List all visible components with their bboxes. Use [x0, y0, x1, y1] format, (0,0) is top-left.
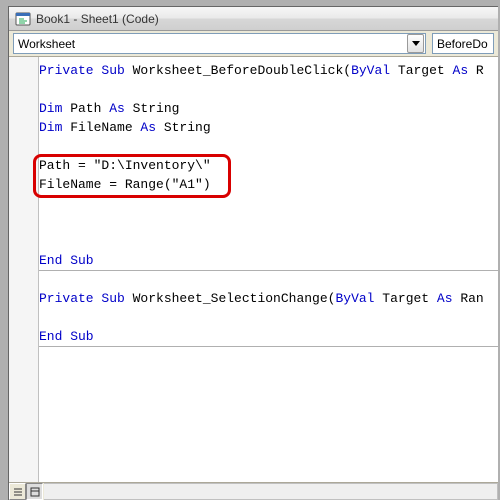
code-module-icon: [15, 11, 31, 27]
object-dropdown-value: Worksheet: [14, 37, 407, 51]
object-dropdown-button[interactable]: [407, 34, 424, 53]
desktop-region: Book1 - Sheet1 (Code) Worksheet BeforeDo…: [0, 0, 500, 500]
procedure-separator-2: [39, 346, 498, 347]
code-margin: [9, 57, 39, 482]
procedure-view-button[interactable]: [9, 483, 26, 500]
code-window: Book1 - Sheet1 (Code) Worksheet BeforeDo…: [8, 6, 498, 500]
code-editor[interactable]: Private Sub Worksheet_BeforeDoubleClick(…: [9, 57, 498, 482]
horizontal-scrollbar[interactable]: [44, 483, 498, 500]
procedure-separator-1: [39, 270, 498, 271]
procedure-view-icon: [13, 487, 23, 497]
chevron-down-icon: [412, 41, 420, 47]
procedure-dropdown[interactable]: BeforeDo: [432, 33, 494, 54]
object-dropdown[interactable]: Worksheet: [13, 33, 426, 54]
titlebar[interactable]: Book1 - Sheet1 (Code): [9, 7, 498, 31]
object-procedure-row: Worksheet BeforeDo: [9, 31, 498, 57]
bottom-bar: [9, 482, 498, 500]
full-module-view-button[interactable]: [26, 483, 43, 500]
window-title: Book1 - Sheet1 (Code): [36, 13, 159, 25]
full-module-view-icon: [30, 487, 40, 497]
procedure-dropdown-value: BeforeDo: [433, 37, 493, 51]
code-text[interactable]: Private Sub Worksheet_BeforeDoubleClick(…: [39, 61, 498, 346]
